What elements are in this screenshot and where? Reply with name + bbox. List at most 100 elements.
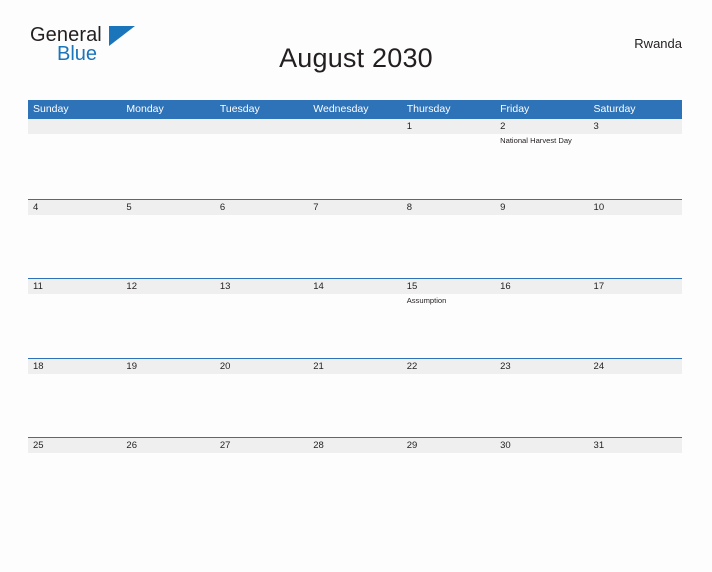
day-content-band xyxy=(28,374,682,437)
weekday-header-thursday: Thursday xyxy=(406,103,451,115)
day-number[interactable]: 8 xyxy=(402,200,495,215)
day-cell[interactable] xyxy=(589,453,682,516)
day-number[interactable]: 22 xyxy=(402,359,495,374)
day-cell[interactable] xyxy=(121,374,214,437)
holiday-event-label: National Harvest Day xyxy=(500,136,572,145)
day-cell[interactable] xyxy=(28,294,121,357)
day-cell[interactable] xyxy=(495,294,588,357)
holiday-event-label: Assumption xyxy=(406,296,447,305)
day-number[interactable]: 13 xyxy=(215,279,308,294)
day-number[interactable] xyxy=(308,119,401,134)
day-cell[interactable] xyxy=(28,374,121,437)
day-number[interactable]: 6 xyxy=(215,200,308,215)
date-number-band: 123 xyxy=(28,119,682,134)
day-number[interactable]: 1 xyxy=(402,119,495,134)
calendar-week-row: 4 5 6 7 8 9 10 xyxy=(28,198,682,278)
day-number[interactable]: 16 xyxy=(495,279,588,294)
day-number[interactable]: 17 xyxy=(589,279,682,294)
weekday-header-tuesday: Tuesday xyxy=(219,103,260,115)
day-cell[interactable] xyxy=(215,215,308,278)
day-cell[interactable]: National Harvest Day xyxy=(495,134,588,197)
day-number[interactable] xyxy=(28,119,121,134)
weekday-header-friday: Friday xyxy=(500,103,530,115)
day-cell[interactable] xyxy=(215,453,308,516)
day-cell[interactable] xyxy=(495,453,588,516)
day-cell[interactable] xyxy=(495,215,588,278)
weekday-header-row: Sunday Monday Tuesday Wednesday Thursday Frid… xyxy=(28,100,682,119)
weekday-header-sunday: Sunday xyxy=(33,103,69,115)
day-number[interactable]: 19 xyxy=(121,359,214,374)
day-number[interactable] xyxy=(215,119,308,134)
calendar-week-row: 25 26 27 28 29 30 31 xyxy=(28,437,682,517)
day-number[interactable]: 23 xyxy=(495,359,588,374)
day-number[interactable]: 9 xyxy=(495,200,588,215)
day-number[interactable]: 29 xyxy=(402,438,495,453)
day-number[interactable]: 14 xyxy=(308,279,401,294)
day-number[interactable]: 7 xyxy=(308,200,401,215)
day-number[interactable]: 30 xyxy=(495,438,588,453)
day-number[interactable]: 28 xyxy=(308,438,401,453)
day-content-band xyxy=(28,453,682,516)
day-cell[interactable] xyxy=(28,453,121,516)
day-cell[interactable] xyxy=(121,215,214,278)
weekday-header-monday: Monday xyxy=(126,103,164,115)
page-header: General Blue August 2030 Rwanda xyxy=(30,22,682,73)
day-number[interactable]: 26 xyxy=(121,438,214,453)
day-number[interactable]: 5 xyxy=(121,200,214,215)
day-number[interactable]: 18 xyxy=(28,359,121,374)
day-cell[interactable] xyxy=(402,134,495,197)
day-cell[interactable] xyxy=(215,374,308,437)
day-number[interactable]: 20 xyxy=(215,359,308,374)
day-number[interactable]: 3 xyxy=(589,119,682,134)
date-number-band: 25 26 27 28 29 30 31 xyxy=(28,438,682,453)
date-number-band: 18 19 20 21 22 23 24 xyxy=(28,358,682,374)
day-cell[interactable] xyxy=(402,374,495,437)
day-cell[interactable] xyxy=(589,294,682,357)
day-number[interactable]: 24 xyxy=(589,359,682,374)
day-number[interactable]: 12 xyxy=(121,279,214,294)
day-number[interactable] xyxy=(121,119,214,134)
day-cell[interactable] xyxy=(402,453,495,516)
calendar-week-row: 11 12 13 14 15 16 17 Assumption xyxy=(28,278,682,358)
weekday-header-wednesday: Wednesday xyxy=(313,103,369,115)
day-cell[interactable] xyxy=(589,215,682,278)
day-cell[interactable] xyxy=(121,453,214,516)
day-number[interactable]: 2 xyxy=(495,119,588,134)
day-cell[interactable] xyxy=(28,134,121,197)
calendar-week-row: 18 19 20 21 22 23 24 xyxy=(28,357,682,437)
day-cell[interactable] xyxy=(121,134,214,197)
day-number[interactable]: 27 xyxy=(215,438,308,453)
region-label: Rwanda xyxy=(634,36,682,51)
day-cell[interactable] xyxy=(308,453,401,516)
day-number[interactable]: 4 xyxy=(28,200,121,215)
day-content-band: National Harvest Day xyxy=(28,134,682,197)
day-cell[interactable] xyxy=(402,215,495,278)
day-cell[interactable] xyxy=(215,294,308,357)
day-cell[interactable] xyxy=(308,294,401,357)
day-number[interactable]: 31 xyxy=(589,438,682,453)
page-title: August 2030 xyxy=(279,43,433,74)
day-cell[interactable] xyxy=(121,294,214,357)
day-number[interactable]: 21 xyxy=(308,359,401,374)
day-content-band xyxy=(28,215,682,278)
day-number[interactable]: 11 xyxy=(28,279,121,294)
day-number[interactable]: 15 xyxy=(402,279,495,294)
day-cell[interactable] xyxy=(215,134,308,197)
day-cell[interactable] xyxy=(308,374,401,437)
day-cell[interactable] xyxy=(28,215,121,278)
day-number[interactable]: 25 xyxy=(28,438,121,453)
calendar-grid: Sunday Monday Tuesday Wednesday Thursday Frid… xyxy=(28,100,682,517)
day-content-band: Assumption xyxy=(28,294,682,357)
day-number[interactable]: 10 xyxy=(589,200,682,215)
weekday-header-saturday: Saturday xyxy=(593,103,636,115)
date-number-band: 11 12 13 14 15 16 17 xyxy=(28,279,682,294)
day-cell[interactable] xyxy=(589,374,682,437)
day-cell[interactable] xyxy=(589,134,682,197)
calendar-week-rows: 1 2 3 National Harvest Day 4 5 6 7 8 9 10 11 12 13 14 1… xyxy=(28,119,682,517)
date-number-band: 4 5 6 7 8 9 10 xyxy=(28,199,682,215)
day-cell[interactable]: Assumption xyxy=(402,294,495,357)
day-cell[interactable] xyxy=(308,215,401,278)
day-cell[interactable] xyxy=(495,374,588,437)
calendar-week-row: 1 2 3 National Harvest Day xyxy=(28,119,682,199)
day-cell[interactable] xyxy=(308,134,401,197)
